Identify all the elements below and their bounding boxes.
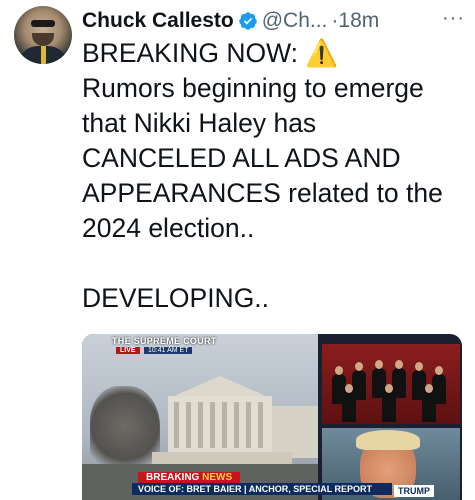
voice-of-bar: VOICE OF: BRET BAIER | ANCHOR, SPECIAL R…: [132, 483, 392, 495]
breaking-news-label: BREAKING NEWS: [138, 472, 241, 483]
tweet-timestamp[interactable]: ·18m: [331, 9, 379, 33]
more-options-icon[interactable]: ···: [442, 7, 465, 30]
tweet-media-image[interactable]: THE SUPREME COURT LIVE 10:41 AM ET BREAK…: [82, 334, 462, 500]
justices-photo: [322, 344, 460, 424]
broadcast-time: 10:41 AM ET: [144, 347, 193, 354]
tweet-header: Chuck Callesto @Ch... ·18m ···: [82, 5, 467, 37]
author-handle[interactable]: @Ch...: [262, 9, 328, 33]
tweet-text: BREAKING NOW: ⚠️ Rumors beginning to eme…: [82, 38, 443, 313]
channel-bug: THE SUPREME COURT: [112, 336, 217, 346]
breaking-highlight: NEWS: [202, 472, 233, 483]
breaking-prefix: BREAKING: [146, 472, 203, 483]
author-name[interactable]: Chuck Callesto: [82, 9, 234, 33]
name-tag: TRUMP: [394, 485, 434, 497]
news-lower-third: BREAKING NEWS VOICE OF: BRET BAIER | ANC…: [122, 472, 462, 500]
verified-badge-icon: [238, 11, 258, 31]
author-avatar[interactable]: [14, 6, 72, 64]
live-badge: LIVE: [116, 347, 140, 354]
